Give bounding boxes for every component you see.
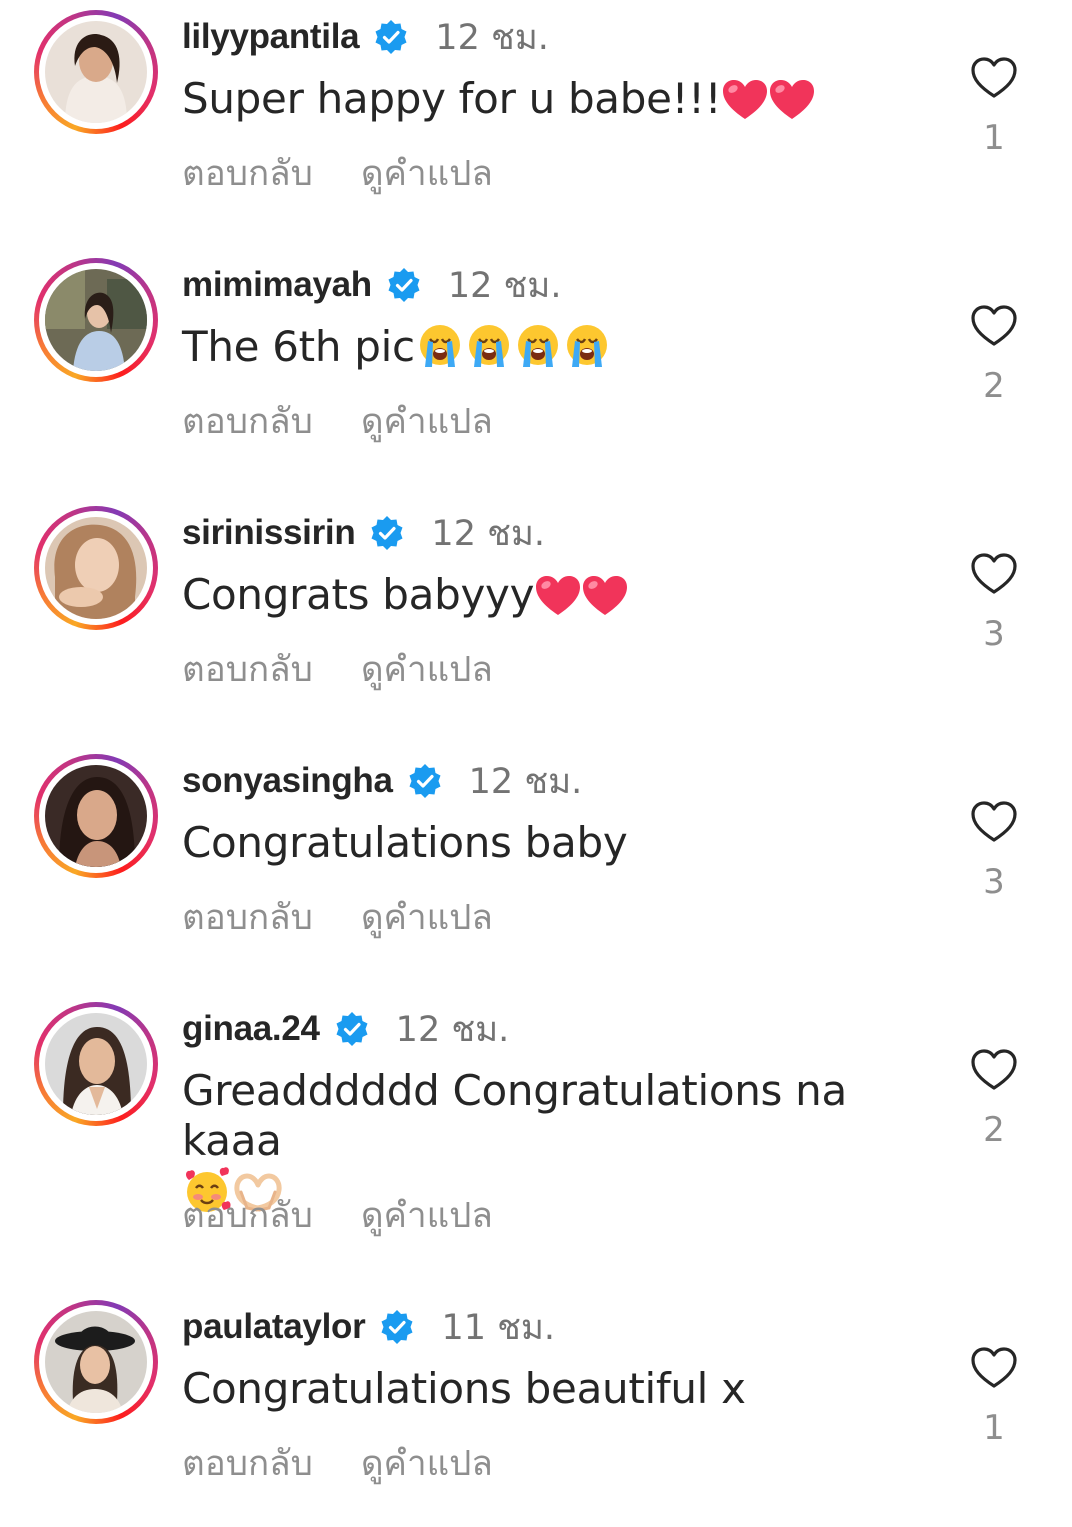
heart-emoji-icon [582,575,628,617]
comment-actions: ตอบกลับ ดูคำแปล [182,1188,493,1243]
heart-outline-icon [971,1049,1017,1090]
like-count: 2 [983,1110,1005,1150]
reply-button[interactable]: ตอบกลับ [182,1436,313,1491]
like-count: 3 [983,614,1005,654]
comment-time: 12 ชม. [435,17,549,58]
loudly-crying-emoji-icon [465,323,513,369]
comment-actions: ตอบกลับ ดูคำแปล [182,642,493,697]
profile-photo [45,21,147,123]
username[interactable]: sirinissirin [182,513,356,553]
comment-text-block: Congratulations baby [182,818,902,868]
like-button[interactable] [970,800,1018,844]
username[interactable]: sonyasingha [182,761,393,801]
reply-button[interactable]: ตอบกลับ [182,394,313,449]
like-count: 1 [983,1408,1005,1448]
like-button[interactable] [970,1048,1018,1092]
comment-actions: ตอบกลับ ดูคำแปล [182,394,493,449]
see-translation-button[interactable]: ดูคำแปล [361,146,493,201]
heart-outline-icon [971,305,1017,346]
comment-text: Congratulations beautiful x [182,1364,746,1413]
verified-badge-icon [379,1309,415,1345]
comment-text-block: The 6th pic [182,322,902,372]
profile-photo [45,269,147,371]
reply-button[interactable]: ตอบกลับ [182,1188,313,1243]
comment-time: 12 ชม. [468,761,583,802]
comment-text: Congrats babyyy [182,570,535,619]
comment-actions: ตอบกลับ ดูคำแปล [182,146,493,201]
comment-text: Greadddddd Congratulations na kaaa [182,1066,847,1165]
reply-button[interactable]: ตอบกลับ [182,890,313,945]
username[interactable]: ginaa.24 [182,1009,320,1049]
verified-badge-icon [407,763,443,799]
comment-time: 12 ชม. [447,265,562,306]
avatar[interactable] [34,1300,158,1424]
avatar[interactable] [34,10,158,134]
verified-badge-icon [334,1011,370,1047]
like-button[interactable] [970,56,1018,100]
loudly-crying-emoji-icon [514,323,562,369]
heart-emoji-icon [769,79,815,121]
comment-text-block: Super happy for u babe!!! [182,74,902,124]
heart-outline-icon [971,1347,1017,1388]
avatar[interactable] [34,506,158,630]
profile-photo [45,1311,147,1413]
like-button[interactable] [970,304,1018,348]
see-translation-button[interactable]: ดูคำแปล [361,394,493,449]
heart-outline-icon [971,801,1017,842]
verified-badge-icon [369,515,405,551]
like-count: 3 [983,862,1005,902]
see-translation-button[interactable]: ดูคำแปล [361,890,493,945]
avatar[interactable] [34,1002,158,1126]
loudly-crying-emoji-icon [563,323,611,369]
username[interactable]: mimimayah [182,265,372,305]
like-count: 1 [983,118,1005,158]
comment-time: 12 ชม. [431,513,546,554]
heart-outline-icon [971,553,1017,594]
verified-badge-icon [386,267,422,303]
username[interactable]: paulataylor [182,1307,366,1347]
like-count: 2 [983,366,1005,406]
comment-text: The 6th pic [182,322,415,371]
verified-badge-icon [373,19,409,55]
avatar[interactable] [34,258,158,382]
heart-outline-icon [971,57,1017,98]
comment-actions: ตอบกลับ ดูคำแปล [182,890,493,945]
username[interactable]: lilyypantila [182,17,360,57]
heart-emoji-icon [722,79,768,121]
profile-photo [45,517,147,619]
see-translation-button[interactable]: ดูคำแปล [361,642,493,697]
comment-text-block: Congrats babyyy [182,570,902,620]
comment-text: Congratulations baby [182,818,628,867]
reply-button[interactable]: ตอบกลับ [182,146,313,201]
profile-photo [45,765,147,867]
like-button[interactable] [970,552,1018,596]
reply-button[interactable]: ตอบกลับ [182,642,313,697]
comment-text-block: Congratulations beautiful x [182,1364,902,1414]
comment-time: 12 ชม. [395,1009,510,1050]
loudly-crying-emoji-icon [416,323,464,369]
comment-actions: ตอบกลับ ดูคำแปล [182,1436,493,1491]
see-translation-button[interactable]: ดูคำแปล [361,1436,493,1491]
see-translation-button[interactable]: ดูคำแปล [361,1188,493,1243]
like-button[interactable] [970,1346,1018,1390]
comment-time: 11 ชม. [441,1307,556,1348]
avatar[interactable] [34,754,158,878]
comment-text: Super happy for u babe!!! [182,74,722,123]
heart-emoji-icon [535,575,581,617]
profile-photo [45,1013,147,1115]
